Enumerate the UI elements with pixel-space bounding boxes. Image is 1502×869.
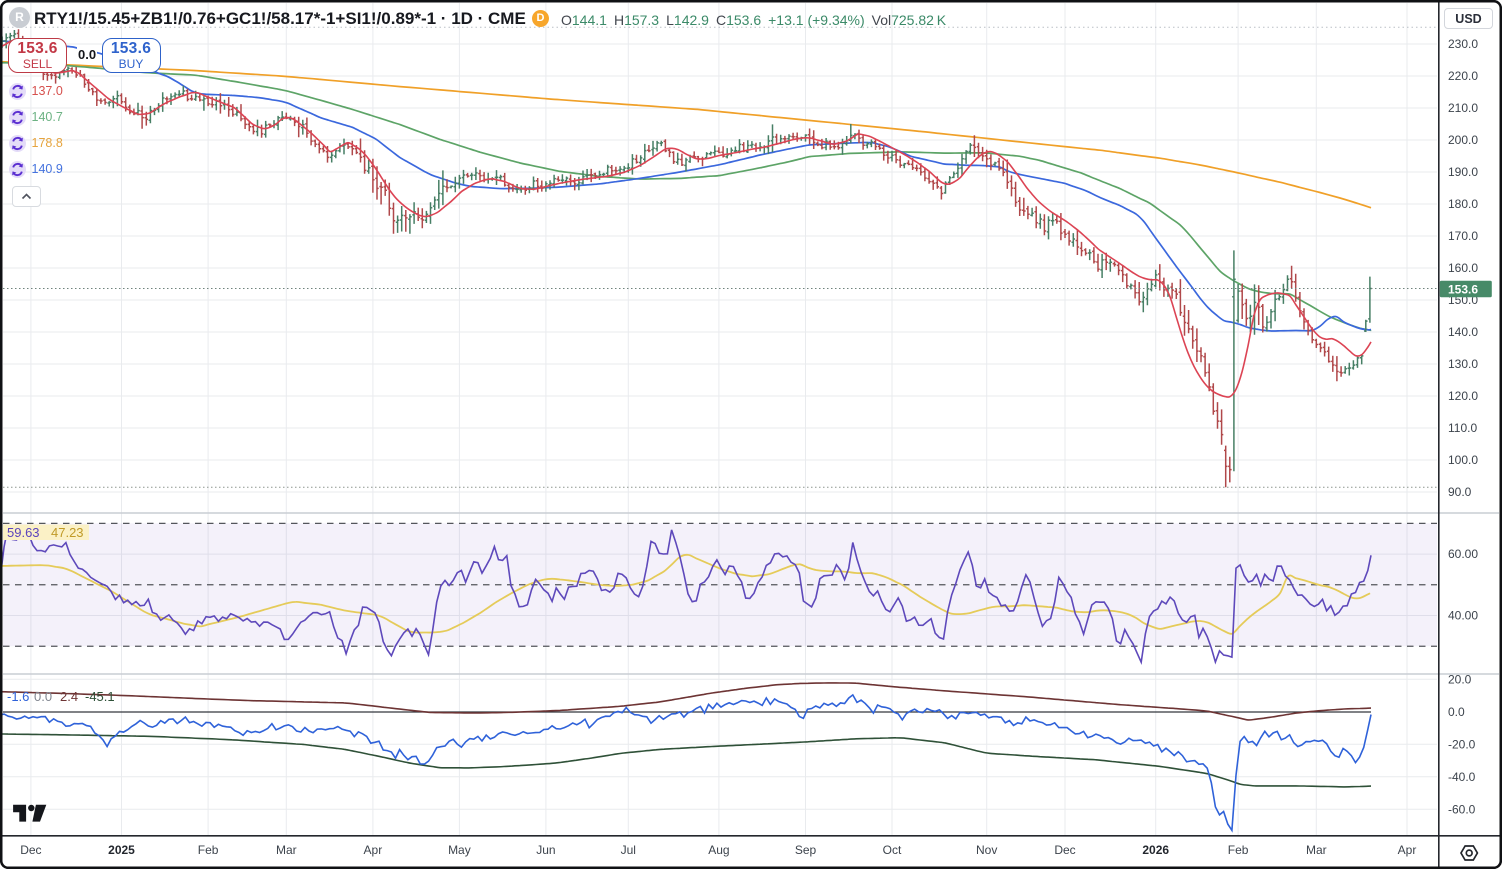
svg-text:160.0: 160.0	[1448, 261, 1478, 275]
svg-text:USD: USD	[1455, 12, 1481, 26]
svg-text:2025: 2025	[108, 843, 135, 857]
svg-text:Apr: Apr	[364, 843, 383, 857]
svg-text:Mar: Mar	[276, 843, 297, 857]
svg-text:0.0: 0.0	[1448, 705, 1465, 719]
svg-text:Jul: Jul	[621, 843, 636, 857]
svg-text:200.0: 200.0	[1448, 133, 1478, 147]
svg-text:Aug: Aug	[708, 843, 729, 857]
svg-text:Feb: Feb	[198, 843, 219, 857]
svg-text:170.0: 170.0	[1448, 229, 1478, 243]
svg-text:-20.0: -20.0	[1448, 737, 1476, 751]
svg-text:210.0: 210.0	[1448, 101, 1478, 115]
svg-text:-40.0: -40.0	[1448, 770, 1476, 784]
svg-text:110.0: 110.0	[1448, 421, 1477, 435]
svg-text:220.0: 220.0	[1448, 69, 1478, 83]
svg-text:Dec: Dec	[1054, 843, 1075, 857]
svg-text:0.0: 0.0	[34, 689, 52, 704]
svg-text:Dec: Dec	[20, 843, 41, 857]
svg-text:180.0: 180.0	[1448, 197, 1478, 211]
svg-text:-45.1: -45.1	[85, 689, 115, 704]
svg-text:Apr: Apr	[1398, 843, 1417, 857]
svg-text:20.0: 20.0	[1448, 672, 1472, 686]
svg-text:Oct: Oct	[883, 843, 902, 857]
svg-text:-1.6: -1.6	[7, 689, 29, 704]
svg-text:140.0: 140.0	[1448, 325, 1478, 339]
svg-text:120.0: 120.0	[1448, 389, 1478, 403]
svg-text:230.0: 230.0	[1448, 37, 1478, 51]
svg-text:100.0: 100.0	[1448, 453, 1478, 467]
svg-text:Feb: Feb	[1228, 843, 1249, 857]
svg-text:-60.0: -60.0	[1448, 802, 1476, 816]
svg-text:Mar: Mar	[1306, 843, 1327, 857]
svg-text:May: May	[448, 843, 471, 857]
svg-text:40.00: 40.00	[1448, 609, 1478, 623]
svg-text:Jun: Jun	[536, 843, 555, 857]
svg-text:2.4: 2.4	[60, 689, 78, 704]
svg-text:90.0: 90.0	[1448, 485, 1472, 499]
svg-text:Nov: Nov	[976, 843, 997, 857]
svg-text:153.6: 153.6	[1448, 282, 1478, 296]
svg-text:60.00: 60.00	[1448, 547, 1478, 561]
svg-text:47.23: 47.23	[51, 525, 84, 540]
svg-text:190.0: 190.0	[1448, 165, 1478, 179]
svg-text:2026: 2026	[1142, 843, 1169, 857]
svg-text:130.0: 130.0	[1448, 357, 1478, 371]
svg-text:Sep: Sep	[795, 843, 817, 857]
svg-text:59.63: 59.63	[7, 525, 40, 540]
